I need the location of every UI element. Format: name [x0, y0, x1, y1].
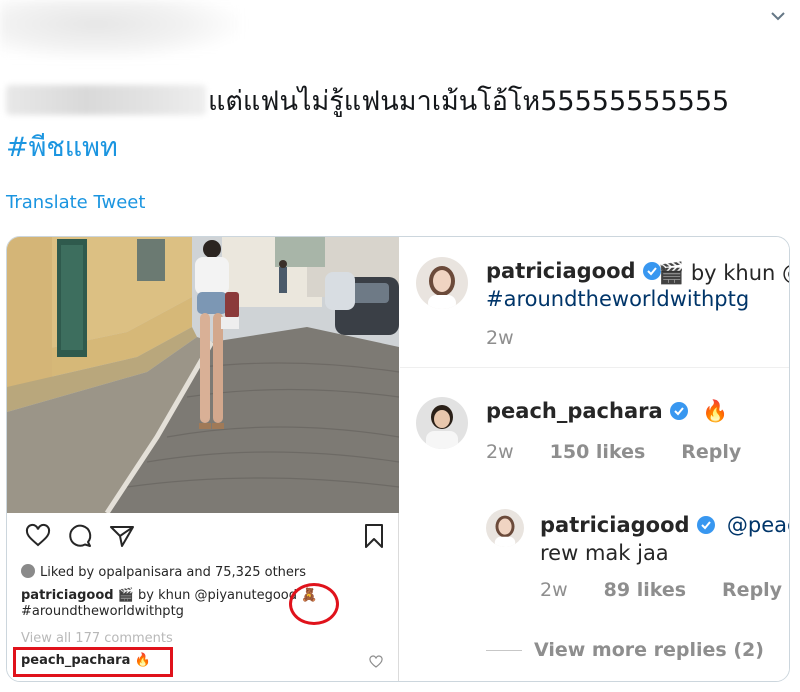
comment-hashtag[interactable]: #aroundtheworldwithptg	[486, 287, 749, 311]
post-photo	[7, 237, 399, 513]
caption-hashtag[interactable]: #aroundtheworldwithptg	[21, 604, 184, 619]
liker-avatar	[21, 564, 35, 578]
reply-mention[interactable]: @peach	[727, 513, 789, 537]
comment-like-icon[interactable]	[369, 655, 383, 669]
caption-username[interactable]: patriciagood	[21, 588, 114, 603]
post-caption: patriciagood 🎬 by khun @piyanutegood 🧸 #…	[21, 588, 317, 620]
chevron-down-icon[interactable]	[768, 6, 788, 26]
instagram-post: Liked by opalpanisara and 75,325 others …	[7, 237, 399, 681]
comment-username[interactable]: patriciagood	[486, 259, 662, 283]
heart-icon[interactable]	[25, 523, 51, 549]
reply-button[interactable]: Reply	[681, 441, 741, 463]
tweet-text: แต่แฟนไม่รู้แฟนมาเม้นโอ้โห55555555555	[6, 84, 729, 120]
fire-emoji: 🔥	[701, 399, 729, 423]
comment-username[interactable]: peach_pachara 🔥	[486, 399, 728, 424]
reply-meta: 2w 89 likes Reply	[540, 579, 789, 601]
verified-badge-icon	[696, 516, 715, 534]
blurred-avatar-area	[0, 0, 240, 60]
divider	[400, 367, 789, 368]
comment-time: 2w	[540, 579, 568, 601]
post-actions	[25, 523, 385, 553]
tweet-hashtag[interactable]: #พีชแพท	[6, 125, 118, 168]
view-more-replies-button[interactable]: View more replies (2)	[534, 639, 764, 661]
liked-by-text[interactable]: Liked by opalpanisara and 75,325 others	[21, 564, 306, 580]
avatar[interactable]	[486, 509, 524, 547]
avatar[interactable]	[416, 257, 468, 309]
reply-text: rew mak jaa	[540, 541, 669, 565]
comment-thread: patriciagood 🎬 by khun @ #aroundtheworld…	[400, 237, 790, 681]
divider	[486, 650, 522, 651]
reply-username[interactable]: patriciagood @peach	[540, 513, 789, 537]
comment-text: 🎬 by khun @	[658, 261, 790, 285]
comment-meta: 2w 150 likes Reply	[486, 441, 777, 463]
embedded-image-card[interactable]: Liked by opalpanisara and 75,325 others …	[6, 236, 790, 682]
reply-button[interactable]: Reply	[722, 579, 782, 601]
highlight-box	[13, 647, 173, 677]
comment-time: 2w	[486, 327, 514, 349]
bookmark-icon[interactable]	[361, 523, 387, 549]
comment-icon[interactable]	[67, 523, 93, 549]
highlight-circle	[289, 583, 339, 625]
avatar[interactable]	[416, 397, 468, 449]
comment-likes[interactable]: 89 likes	[604, 579, 686, 601]
comment-time: 2w	[486, 441, 514, 463]
view-all-comments-link[interactable]: View all 177 comments	[21, 631, 173, 646]
translate-tweet-link[interactable]: Translate Tweet	[6, 192, 145, 213]
comment-likes[interactable]: 150 likes	[550, 441, 646, 463]
caption-text: 🎬 by khun @piyanutegood 🧸	[117, 588, 318, 603]
blurred-mention	[6, 85, 206, 115]
share-icon[interactable]	[109, 523, 135, 549]
verified-badge-icon	[669, 402, 688, 420]
